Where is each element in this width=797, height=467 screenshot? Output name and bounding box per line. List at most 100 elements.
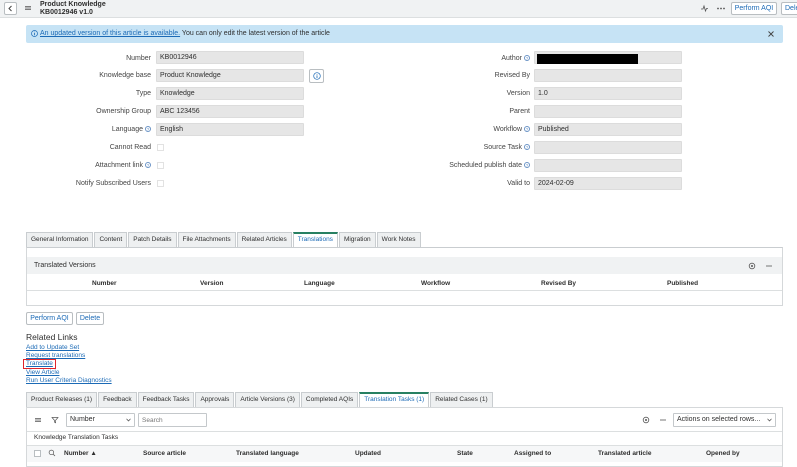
select-all-checkbox[interactable] — [34, 450, 41, 457]
info-banner-message: An updated version of this article is av… — [40, 30, 330, 37]
column-header-translated-language[interactable]: Translated language — [236, 450, 299, 457]
menu-icon[interactable] — [24, 4, 32, 12]
column-header-language[interactable]: Language — [304, 280, 335, 287]
column-header-assigned-to[interactable]: Assigned to — [514, 450, 551, 457]
perform-aqi-button[interactable]: Perform AQI — [26, 312, 73, 325]
number-label: Number — [126, 55, 151, 62]
filter-field-select[interactable]: Number — [66, 413, 135, 427]
header-delete-button[interactable]: Dele — [781, 2, 797, 15]
attachment-link-checkbox[interactable] — [157, 162, 164, 169]
header-perform-aqi-button[interactable]: Perform AQI — [731, 2, 777, 15]
revised-by-field[interactable] — [534, 69, 682, 82]
column-header-workflow[interactable]: Workflow — [421, 280, 450, 287]
tab-feedback-tasks[interactable]: Feedback Tasks — [137, 392, 195, 407]
activity-icon[interactable] — [700, 4, 709, 13]
related-links-title: Related Links — [26, 332, 78, 342]
tab-related-cases[interactable]: Related Cases (1) — [430, 392, 493, 407]
collapse-icon[interactable] — [765, 262, 773, 270]
ownership-group-label: Ownership Group — [96, 108, 151, 115]
column-header-revised-by[interactable]: Revised By — [541, 280, 576, 287]
language-label: Language — [111, 126, 143, 133]
help-icon[interactable]: ? — [145, 126, 151, 133]
help-icon[interactable]: ? — [145, 162, 151, 169]
type-field[interactable]: Knowledge — [156, 87, 304, 100]
column-header-number-sorted[interactable]: Number ▲ — [64, 450, 97, 457]
knowledge-base-info-button[interactable] — [309, 69, 324, 83]
workflow-field[interactable]: Published — [534, 123, 682, 136]
updated-version-link[interactable]: An updated version of this article is av… — [40, 30, 180, 37]
language-field[interactable]: English — [156, 123, 304, 136]
column-header-version[interactable]: Version — [200, 280, 223, 287]
list-collapse-icon[interactable] — [659, 416, 667, 424]
list-hamburger-icon[interactable] — [34, 416, 42, 424]
add-to-update-set-link[interactable]: Add to Update Set — [26, 344, 79, 351]
info-icon — [312, 72, 321, 80]
column-search-icon[interactable] — [48, 449, 56, 457]
search-input[interactable] — [138, 413, 207, 427]
run-user-criteria-diagnostics-link[interactable]: Run User Criteria Diagnostics — [26, 377, 112, 384]
filter-field-value: Number — [70, 416, 95, 423]
column-header-updated[interactable]: Updated — [355, 450, 381, 457]
filter-icon[interactable] — [51, 416, 59, 424]
tab-related-articles[interactable]: Related Articles — [236, 232, 292, 247]
parent-label: Parent — [509, 108, 530, 115]
chevron-down-icon — [126, 418, 131, 422]
request-translations-link[interactable]: Request translations — [26, 352, 85, 359]
column-header-translated-article[interactable]: Translated article — [598, 450, 651, 457]
view-article-link[interactable]: View Article — [26, 369, 59, 376]
help-icon[interactable]: ? — [524, 126, 530, 133]
ownership-group-field[interactable]: ABC 123456 — [156, 105, 304, 118]
cannot-read-label: Cannot Read — [109, 144, 151, 151]
help-icon[interactable]: ? — [524, 162, 530, 169]
valid-to-field[interactable]: 2024-02-09 — [534, 177, 682, 190]
tab-general-information[interactable]: General Information — [26, 232, 94, 247]
tab-article-versions[interactable]: Article Versions (3) — [235, 392, 300, 407]
notify-subscribed-checkbox[interactable] — [157, 180, 164, 187]
tab-work-notes[interactable]: Work Notes — [376, 232, 421, 247]
list-title: Knowledge Translation Tasks — [34, 434, 119, 441]
column-header-state[interactable]: State — [457, 450, 473, 457]
actions-on-selected-rows-select[interactable]: Actions on selected rows... — [673, 413, 776, 427]
tab-migration[interactable]: Migration — [338, 232, 376, 247]
info-banner-text: You can only edit the latest version of … — [181, 30, 330, 37]
form-title: Product Knowledge — [40, 1, 106, 8]
tab-feedback[interactable]: Feedback — [98, 392, 137, 407]
help-icon[interactable]: ? — [524, 144, 530, 151]
attachment-link-label-row: Attachment link? — [95, 162, 151, 169]
back-button[interactable] — [4, 2, 17, 15]
version-field[interactable]: 1.0 — [534, 87, 682, 100]
column-header-number[interactable]: Number — [92, 280, 117, 287]
knowledge-base-field[interactable]: Product Knowledge — [156, 69, 304, 82]
tab-product-releases[interactable]: Product Releases (1) — [26, 392, 98, 407]
help-icon[interactable]: ? — [524, 55, 530, 62]
list-divider — [27, 431, 782, 432]
tab-approvals[interactable]: Approvals — [195, 392, 235, 407]
settings-gear-icon[interactable] — [748, 262, 756, 270]
translated-versions-panel — [26, 247, 783, 306]
workflow-label-row: Workflow? — [493, 126, 530, 133]
tab-translations[interactable]: Translations — [292, 232, 338, 247]
tab-content[interactable]: Content — [94, 232, 128, 247]
tab-completed-aqis[interactable]: Completed AQIs — [300, 392, 359, 407]
chevron-down-icon — [767, 418, 772, 422]
tab-patch-details[interactable]: Patch Details — [128, 232, 177, 247]
parent-field[interactable] — [534, 105, 682, 118]
tab-file-attachments[interactable]: File Attachments — [177, 232, 236, 247]
delete-button[interactable]: Delete — [76, 312, 104, 325]
list-header-bg — [27, 445, 782, 462]
column-header-source-article[interactable]: Source article — [143, 450, 186, 457]
column-header-opened-by[interactable]: Opened by — [706, 450, 740, 457]
column-header-published[interactable]: Published — [667, 280, 698, 287]
number-field[interactable]: KB0012946 — [156, 51, 304, 64]
related-list-tabs: Product Releases (1) Feedback Feedback T… — [26, 392, 494, 407]
source-task-label: Source Task — [483, 144, 522, 151]
close-icon[interactable] — [767, 30, 775, 38]
more-options-icon[interactable] — [716, 4, 726, 13]
cannot-read-checkbox[interactable] — [157, 144, 164, 151]
workflow-label: Workflow — [493, 126, 522, 133]
source-task-field[interactable] — [534, 141, 682, 154]
translate-link[interactable]: Translate — [26, 360, 53, 367]
tab-translation-tasks[interactable]: Translation Tasks (1) — [359, 392, 430, 407]
scheduled-publish-field[interactable] — [534, 159, 682, 172]
list-settings-gear-icon[interactable] — [642, 416, 650, 424]
